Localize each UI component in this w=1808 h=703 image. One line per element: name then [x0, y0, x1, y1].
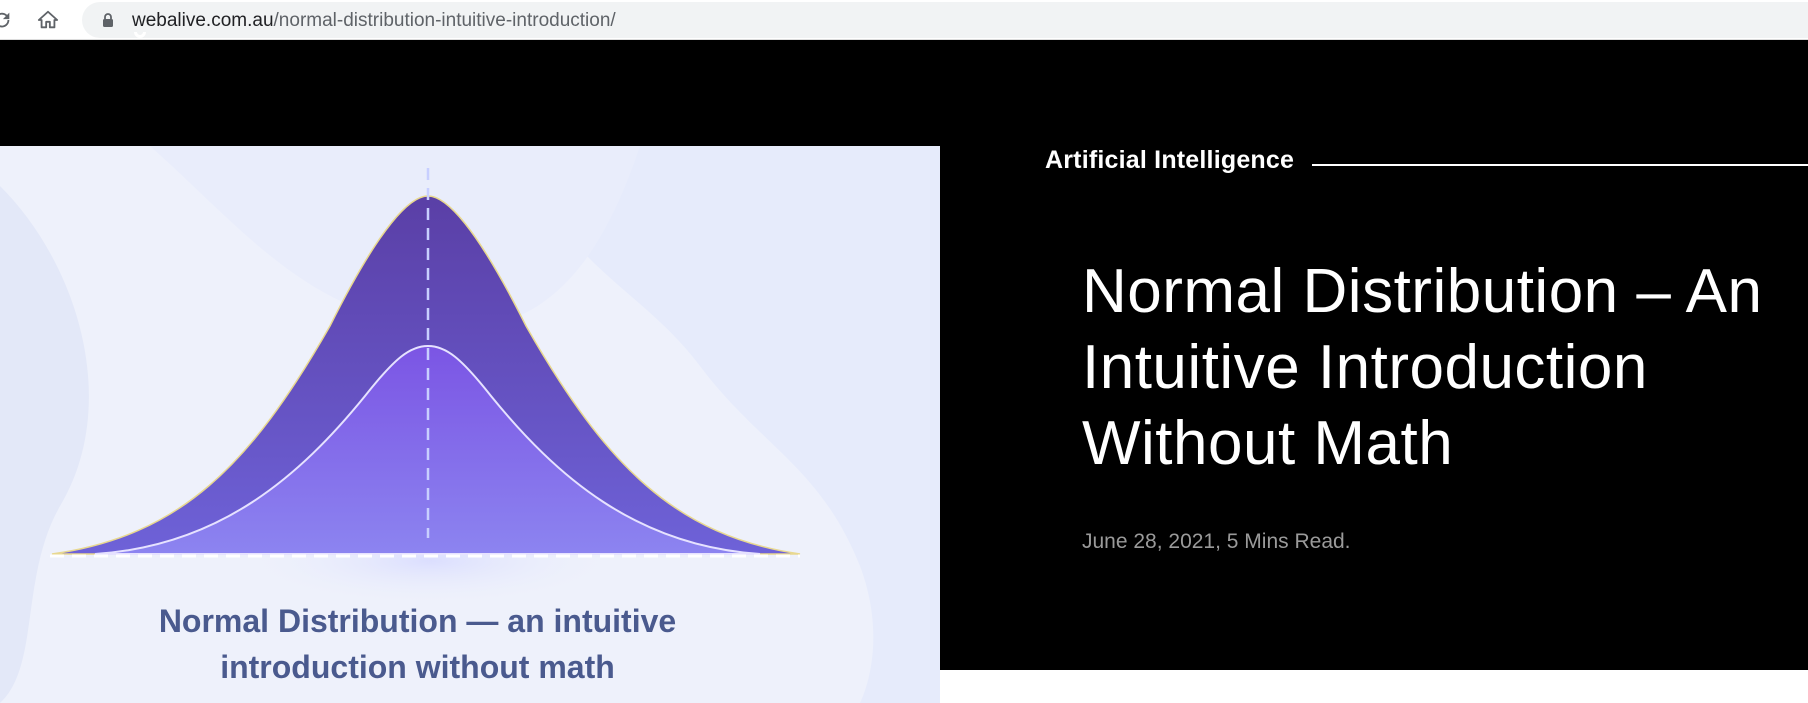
url-text[interactable]: webalive.com.au/normal-distribution-intu… [132, 10, 616, 32]
reload-icon[interactable] [0, 6, 16, 34]
category-link[interactable]: Artificial Intelligence [1045, 146, 1294, 175]
url-host: webalive.com.au [132, 10, 274, 31]
image-caption-line2: introduction without math [220, 649, 615, 685]
category-divider [1312, 164, 1808, 166]
article-title-line3: Without Math [1082, 409, 1454, 478]
image-caption: Normal Distribution — an intuitive intro… [0, 598, 835, 690]
url-path: /normal-distribution-intuitive-introduct… [273, 10, 616, 31]
article-title: Normal Distribution – An Intuitive Intro… [1082, 254, 1802, 482]
article-meta: June 28, 2021, 5 Mins Read. [1082, 530, 1351, 553]
home-icon[interactable] [34, 6, 62, 34]
article-header: Artificial Intelligence Normal Distribut… [940, 146, 1808, 670]
featured-image: Normal Distribution — an intuitive intro… [0, 146, 940, 703]
image-caption-line1: Normal Distribution — an intuitive [158, 603, 677, 639]
site-header [0, 32, 1808, 146]
logo-fragment[interactable] [128, 32, 152, 46]
lock-icon[interactable] [100, 12, 116, 28]
address-bar[interactable]: webalive.com.au/normal-distribution-intu… [82, 2, 1808, 38]
browser-toolbar: webalive.com.au/normal-distribution-intu… [0, 0, 1808, 40]
article-title-line1: Normal Distribution – An [1082, 257, 1763, 326]
article-title-line2: Intuitive Introduction [1082, 333, 1648, 402]
